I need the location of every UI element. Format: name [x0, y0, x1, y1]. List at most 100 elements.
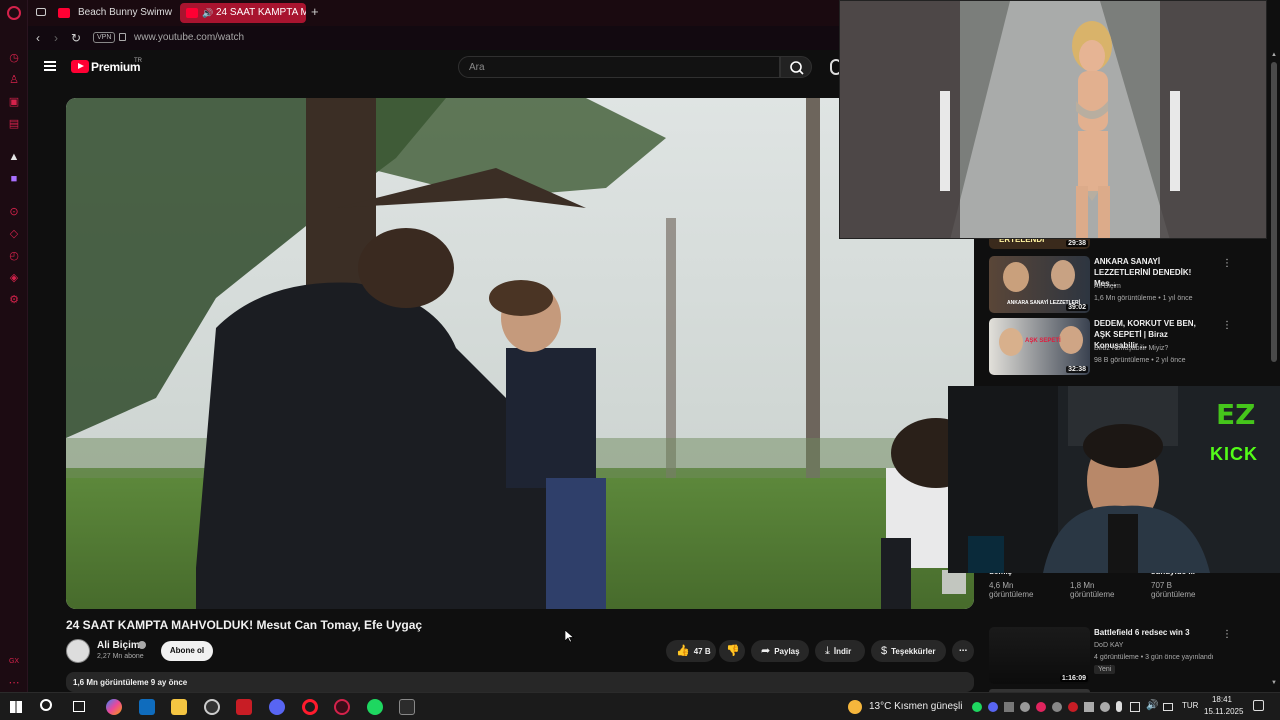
- thanks-icon: $: [881, 645, 888, 657]
- scroll-up-icon[interactable]: ▲: [1271, 52, 1277, 58]
- player-icon[interactable]: ⊙: [7, 205, 21, 219]
- microphone-icon[interactable]: [1116, 701, 1122, 712]
- search-button[interactable]: [780, 56, 812, 78]
- tray-icon[interactable]: [988, 702, 998, 712]
- more-icon[interactable]: ⋯: [7, 676, 21, 690]
- dislike-button[interactable]: 👎: [719, 640, 745, 662]
- aria-icon[interactable]: ♙: [7, 73, 21, 87]
- settings-icon[interactable]: ⚙: [7, 293, 21, 307]
- clock-time[interactable]: 18:41: [1204, 695, 1232, 704]
- back-icon[interactable]: ‹: [36, 31, 40, 45]
- thumb-face: [1051, 260, 1075, 290]
- tray-icon[interactable]: [1004, 702, 1014, 712]
- subscribe-button[interactable]: Abone ol: [161, 641, 213, 661]
- pinboard-icon[interactable]: ◈: [7, 271, 21, 285]
- file-explorer-icon[interactable]: [171, 699, 187, 715]
- channel-avatar[interactable]: [66, 639, 90, 663]
- notification-icon[interactable]: [1253, 700, 1264, 711]
- opera-gx-icon[interactable]: [334, 699, 350, 715]
- opera-icon[interactable]: [302, 699, 318, 715]
- workspaces-icon[interactable]: [36, 8, 46, 16]
- like-button[interactable]: 👍 47 B: [666, 640, 716, 662]
- tray-icon[interactable]: [1052, 702, 1062, 712]
- spotify-icon[interactable]: [367, 699, 383, 715]
- task-view-icon[interactable]: [73, 701, 85, 712]
- gx-icon[interactable]: GX: [7, 655, 21, 669]
- more-vertical-icon[interactable]: ⋮: [1222, 320, 1232, 331]
- youtube-favicon-icon: [58, 8, 70, 18]
- more-vertical-icon[interactable]: ⋮: [1222, 258, 1232, 269]
- messenger-icon[interactable]: ▣: [7, 95, 21, 109]
- outlook-icon[interactable]: [139, 699, 155, 715]
- discord-icon[interactable]: [269, 699, 285, 715]
- tray-icon[interactable]: [1036, 702, 1046, 712]
- weather-text[interactable]: 13°C Kısmen güneşli: [869, 701, 963, 712]
- ez-badge: EZ: [1216, 398, 1256, 431]
- youtube-logo-icon[interactable]: [71, 60, 89, 73]
- new-tab-button[interactable]: +: [311, 4, 319, 19]
- clock-date[interactable]: 15.11.2025: [1204, 707, 1243, 716]
- share-button[interactable]: ➦ Paylaş: [751, 640, 809, 662]
- tab-kampta-active[interactable]: 🔊 24 SAAT KAMPTA MA: [180, 3, 306, 23]
- speaker-icon[interactable]: 🔊: [202, 3, 213, 23]
- more-vertical-icon[interactable]: ⋮: [1222, 629, 1232, 640]
- tray-icon[interactable]: [1100, 702, 1110, 712]
- tray-icon[interactable]: [1020, 702, 1030, 712]
- weather-icon[interactable]: [848, 700, 862, 714]
- tray-icon[interactable]: [972, 702, 982, 712]
- opera-logo-icon[interactable]: [7, 6, 21, 20]
- vpn-badge[interactable]: VPN: [93, 32, 116, 43]
- tiktok-icon[interactable]: ▲: [7, 150, 21, 164]
- app-icon[interactable]: [204, 699, 220, 715]
- language-indicator[interactable]: TUR: [1182, 701, 1198, 710]
- bookmarks-icon[interactable]: ◇: [7, 227, 21, 241]
- rec-thumbnail[interactable]: 1:16:09: [989, 627, 1090, 684]
- shorts-views: 707 B: [1151, 581, 1172, 590]
- history-icon[interactable]: ◴: [7, 249, 21, 263]
- search-placeholder: Ara: [469, 62, 485, 73]
- rec-thumbnail[interactable]: ANKARA SANAYİ LEZZETLERİ 39:02: [989, 256, 1090, 313]
- video-player[interactable]: [66, 98, 974, 609]
- volume-icon[interactable]: 🔊: [1146, 700, 1158, 711]
- start-icon[interactable]: [10, 701, 22, 713]
- rec-title[interactable]: Battlefield 6 redsec win 3: [1094, 627, 1214, 638]
- network-icon[interactable]: [1130, 702, 1140, 712]
- hamburger-menu-icon[interactable]: [44, 61, 56, 71]
- download-label: İndir: [833, 647, 852, 656]
- lock-icon[interactable]: [119, 33, 126, 41]
- copilot-icon[interactable]: [106, 699, 122, 715]
- channel-name[interactable]: Ali Biçim: [97, 640, 140, 651]
- rec-channel[interactable]: Biraz Konuşabilir Miyiz?: [1094, 345, 1168, 352]
- tray-icon[interactable]: [1084, 702, 1094, 712]
- system-tray[interactable]: 🔊: [970, 700, 1175, 714]
- download-button[interactable]: ⤓ İndir: [815, 640, 865, 662]
- twitch-icon[interactable]: ■: [7, 172, 21, 186]
- forward-icon[interactable]: ›: [54, 31, 58, 45]
- tray-icon[interactable]: [1068, 702, 1078, 712]
- more-actions-button[interactable]: ⋯: [952, 640, 974, 662]
- verified-icon: [138, 641, 146, 649]
- thumb-caption: AŞK SEPETİ: [1025, 338, 1061, 344]
- scrollbar[interactable]: ▲ ▼: [1270, 50, 1278, 692]
- battery-icon[interactable]: [1163, 703, 1173, 711]
- rec-channel[interactable]: Ali Biçim: [1094, 283, 1121, 290]
- search-input[interactable]: Ara: [458, 56, 780, 78]
- rec-thumbnail[interactable]: AŞK SEPETİ 32:38: [989, 318, 1090, 375]
- shorts-views-label: görüntüleme: [1151, 590, 1196, 599]
- reload-icon[interactable]: ↻: [71, 31, 81, 45]
- description-box[interactable]: [66, 672, 974, 692]
- search-taskbar-icon[interactable]: [40, 699, 52, 711]
- url-field[interactable]: www.youtube.com/watch: [134, 32, 244, 43]
- app-red-icon[interactable]: [236, 699, 252, 715]
- video-title: 24 SAAT KAMPTA MAHVOLDUK! Mesut Can Toma…: [66, 618, 423, 632]
- duration-badge: 39:02: [1066, 304, 1088, 311]
- mail-icon[interactable]: ▤: [7, 117, 21, 131]
- runway-frame: [840, 1, 1266, 238]
- obs-icon[interactable]: [399, 699, 415, 715]
- scroll-thumb[interactable]: [1271, 62, 1277, 362]
- speed-dial-icon[interactable]: ◷: [7, 51, 21, 65]
- thanks-button[interactable]: $ Teşekkürler: [871, 640, 946, 662]
- tab-beach-bunny[interactable]: Beach Bunny Swimwear F: [50, 3, 172, 23]
- rec-channel[interactable]: DoD KAY: [1094, 642, 1123, 649]
- scroll-down-icon[interactable]: ▼: [1271, 680, 1277, 686]
